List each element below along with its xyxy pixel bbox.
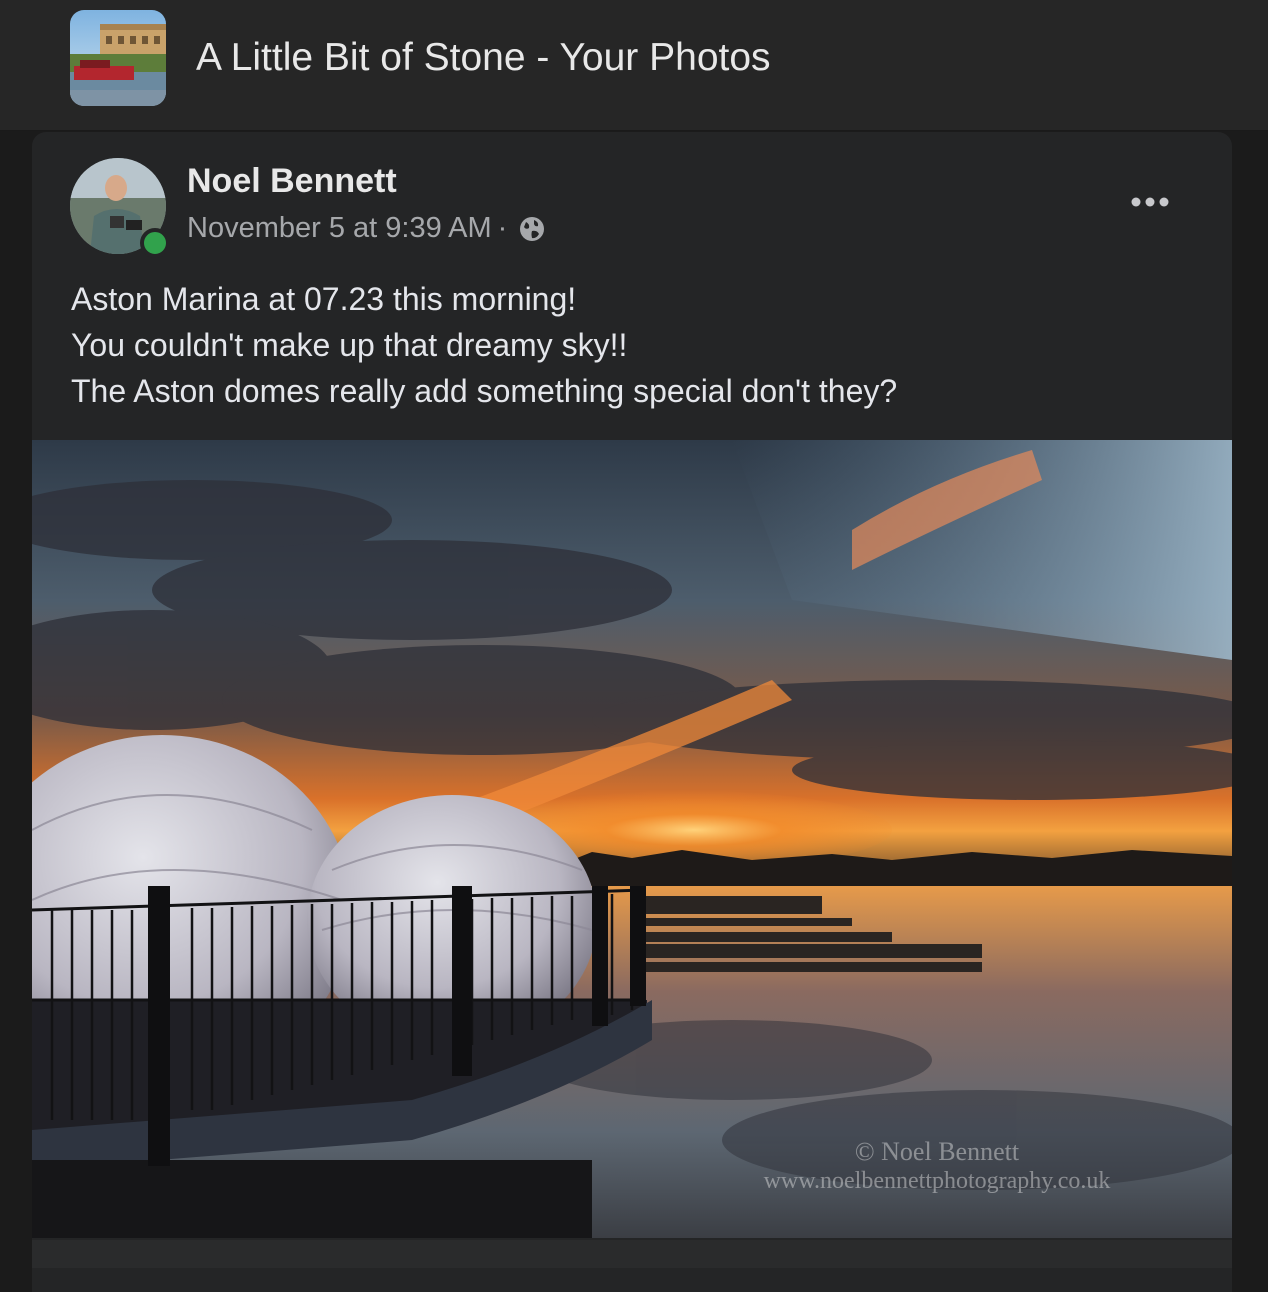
- post-photo[interactable]: © Noel Bennett www.noelbennettphotograph…: [32, 440, 1232, 1238]
- post-text-line: Aston Marina at 07.23 this morning!: [71, 281, 577, 317]
- group-title[interactable]: A Little Bit of Stone - Your Photos: [196, 36, 771, 80]
- globe-icon[interactable]: [517, 214, 547, 244]
- more-options-icon[interactable]: [1126, 186, 1174, 218]
- post-actions-area: [32, 1240, 1232, 1268]
- post-author[interactable]: Noel Bennett: [187, 162, 397, 201]
- group-header: A Little Bit of Stone - Your Photos: [0, 0, 1268, 131]
- group-icon[interactable]: [70, 10, 166, 106]
- post-text-line: You couldn't make up that dreamy sky!!: [71, 327, 628, 363]
- photo-watermark-line2: www.noelbennettphotography.co.uk: [764, 1168, 1111, 1194]
- online-status-indicator: [140, 228, 170, 258]
- photo-watermark-line1: © Noel Bennett: [855, 1137, 1020, 1166]
- post-meta: November 5 at 9:39 AM ·: [187, 212, 547, 245]
- meta-separator: ·: [497, 212, 508, 244]
- post-timestamp[interactable]: November 5 at 9:39 AM: [187, 212, 492, 245]
- sunset-marina-image: © Noel Bennett www.noelbennettphotograph…: [32, 440, 1232, 1238]
- post-text: Aston Marina at 07.23 this morning! You …: [71, 276, 897, 414]
- post-text-line: The Aston domes really add something spe…: [71, 373, 898, 409]
